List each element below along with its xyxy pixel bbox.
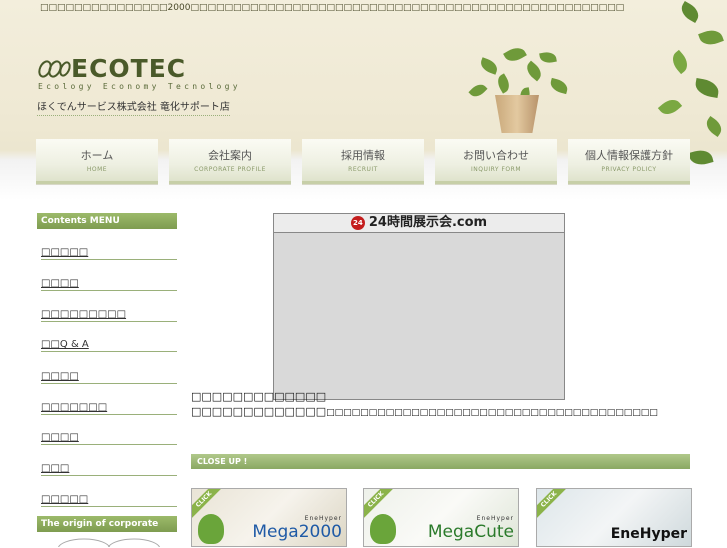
sidebar-heading: Contents MENU — [37, 213, 177, 229]
nav-privacy-policy[interactable]: 個人情報保護方針 PRIVACY POLICY — [568, 139, 690, 184]
product-card-megacute[interactable]: CLICK EneHyper MegaCute — [363, 488, 519, 547]
product-brand: EneHyper — [611, 523, 687, 542]
sidebar-item[interactable]: □□Q & A — [41, 339, 177, 352]
nav-sublabel: INQUIRY FORM — [470, 166, 522, 173]
banner-title: 24時間展示会.com — [368, 215, 488, 230]
sidebar-item[interactable]: □□□□ — [41, 432, 177, 445]
sidebar-item[interactable]: □□□□□ — [41, 494, 177, 507]
sidebar-item[interactable]: □□□□□□□□□ — [41, 309, 177, 322]
nav-corporate-profile[interactable]: 会社案内 CORPORATE PROFILE — [169, 139, 291, 184]
product-brand-small: EneHyper — [476, 515, 514, 522]
nav-sublabel: HOME — [86, 166, 108, 173]
main-text-line2: □□□□□□□□□□□□□□□□□□□□□□□□□□□□□□□□□□□□□□□□… — [191, 405, 658, 418]
product-brand: EneHyper MegaCute — [428, 515, 514, 542]
main-text-line2-small: □□□□□□□□□□□□□□□□□□□□□□□□□□□□□□□□□□□□□□□ — [326, 408, 658, 418]
logo-icon — [38, 60, 71, 78]
nav-home[interactable]: ホーム HOME — [36, 139, 158, 184]
banner-badge: 24 — [350, 216, 365, 230]
main-text-line1: □□□□□□□□□□□□□ — [191, 390, 327, 403]
mascot-icon — [370, 514, 396, 544]
sidebar-heading-origin: The origin of corporate name — [37, 516, 177, 545]
nav-label: お問い合わせ — [463, 149, 529, 162]
product-brand: EneHyper Mega2000 — [252, 515, 342, 542]
nav-inquiry[interactable]: お問い合わせ INQUIRY FORM — [435, 139, 557, 184]
logo-text[interactable]: ECOTEC — [71, 54, 186, 83]
sidebar-item[interactable]: □□□□ — [41, 278, 177, 291]
sidebar-item[interactable]: □□□ — [41, 463, 177, 476]
main-text-line2-main: □□□□□□□□□□□□□ — [191, 405, 327, 418]
circles-decoration — [57, 538, 161, 547]
nav-label: 個人情報保護方針 — [585, 149, 673, 162]
mascot-icon — [198, 514, 224, 544]
top-tagline: □□□□□□□□□□□□□□□2000□□□□□□□□□□□□□□□□□□□□□… — [40, 3, 625, 13]
exhibition-banner[interactable]: 24 24時間展示会.com — [273, 213, 565, 400]
nav-sublabel: RECRUIT — [348, 166, 378, 173]
logo-subtitle: Ecology Economy Tecnology — [38, 82, 241, 91]
product-card-mega2000[interactable]: CLICK EneHyper Mega2000 — [191, 488, 347, 547]
nav-label: 採用情報 — [341, 149, 385, 162]
sidebar-item[interactable]: □□□□□ — [41, 247, 177, 260]
closeup-heading: CLOSE UP ! — [191, 454, 690, 469]
nav-recruit[interactable]: 採用情報 RECRUIT — [302, 139, 424, 184]
product-brand-name: Mega2000 — [252, 522, 342, 542]
nav-label: ホーム — [80, 149, 114, 162]
sidebar-item[interactable]: □□□□ — [41, 371, 177, 384]
company-name: ほくでんサービス株式会社 竜化サポート店 — [37, 98, 230, 116]
nav-label: 会社案内 — [208, 149, 252, 162]
banner-title-bar: 24 24時間展示会.com — [274, 214, 564, 233]
product-brand-name: MegaCute — [427, 522, 514, 542]
product-brand-small: EneHyper — [304, 515, 342, 522]
sidebar-item[interactable]: □□□□□□□ — [41, 402, 177, 415]
product-card-enehyper[interactable]: CLICK EneHyper — [536, 488, 692, 547]
nav-sublabel: CORPORATE PROFILE — [194, 166, 266, 173]
sidebar: Contents MENU □□□□□ □□□□ □□□□□□□□□ □□Q &… — [37, 213, 177, 547]
nav-sublabel: PRIVACY POLICY — [601, 166, 657, 173]
product-brand-name: EneHyper — [610, 526, 687, 542]
